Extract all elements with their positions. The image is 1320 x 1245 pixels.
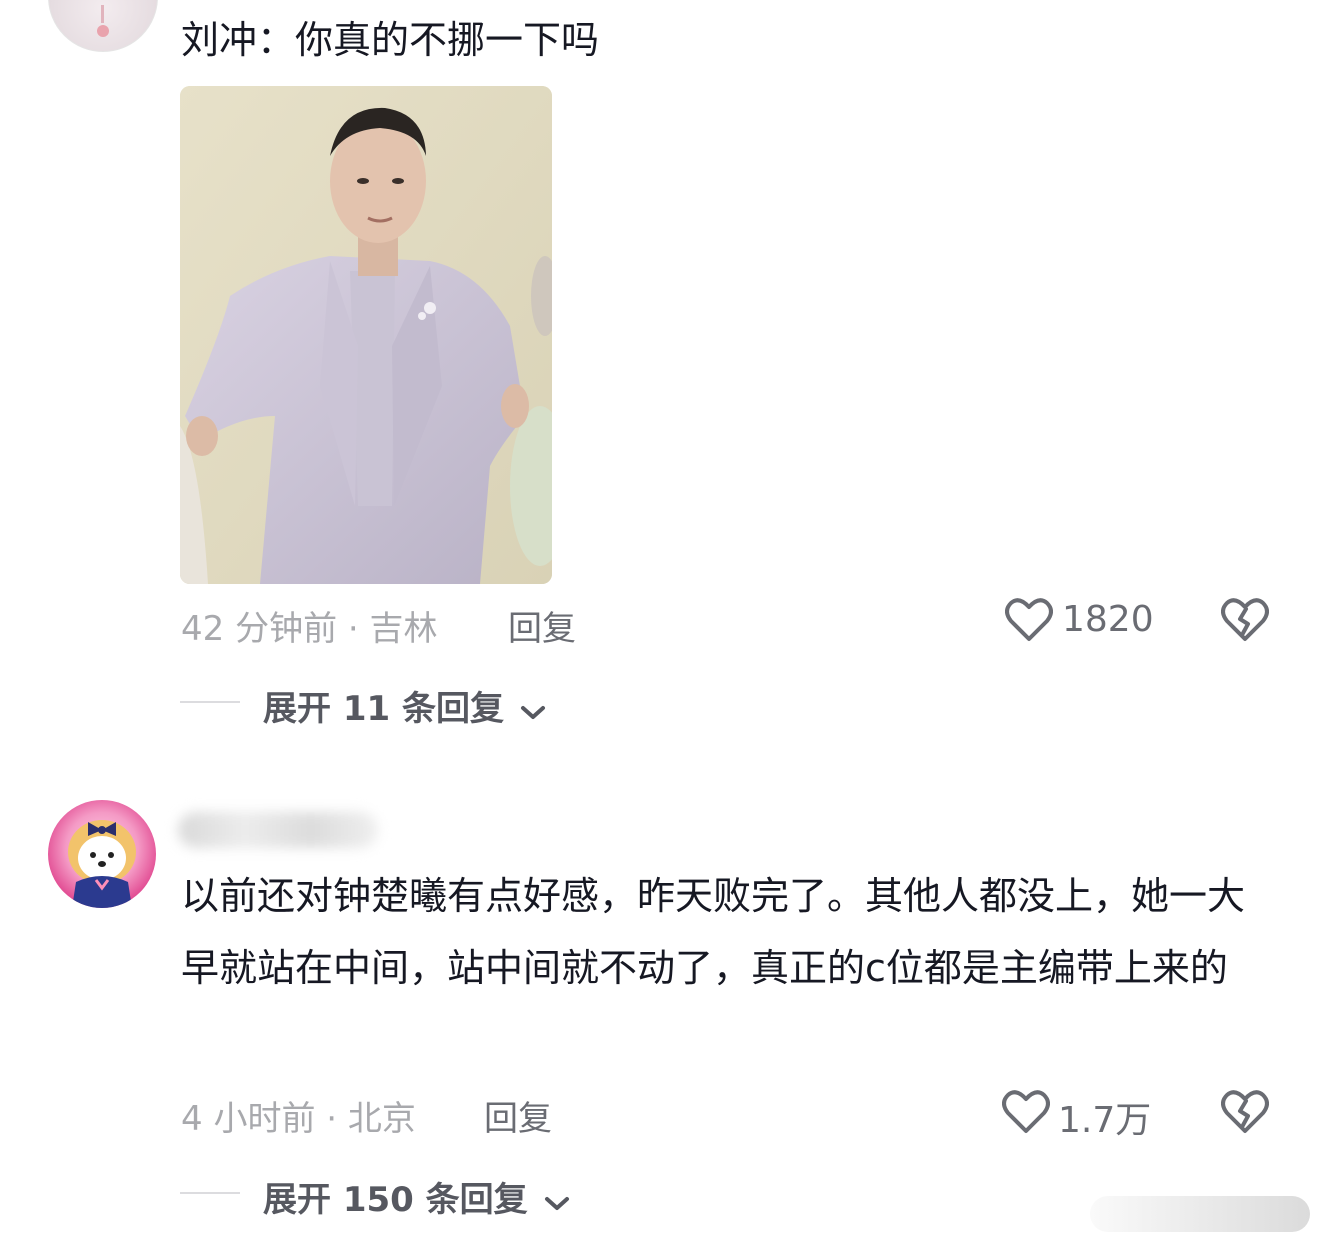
username-blurred [178, 812, 378, 848]
chevron-down-icon [544, 1182, 570, 1222]
heart-outline-icon[interactable] [1005, 597, 1053, 647]
reply-button[interactable]: 回复 [508, 601, 576, 650]
comment-image[interactable] [180, 86, 552, 584]
like-count: 1.7万 [1058, 1100, 1152, 1141]
heart-outline-icon[interactable] [1002, 1089, 1050, 1139]
expand-replies-label: 展开 11 条回复 [263, 689, 504, 729]
like-count: 1820 [1062, 599, 1154, 640]
watermark-logo [1090, 1196, 1310, 1232]
comment-time-location: 4 小时前 · 北京 [181, 1099, 416, 1139]
chevron-down-icon [520, 691, 546, 731]
comment-text: 以前还对钟楚曦有点好感，昨天败完了。其他人都没上，她一大早就站在中间，站中间就不… [181, 874, 1246, 990]
commenter-avatar[interactable] [48, 800, 156, 908]
commenter-avatar[interactable] [48, 0, 158, 52]
expand-replies-label: 展开 150 条回复 [263, 1180, 528, 1220]
expand-replies-button[interactable]: 展开 11 条回复 [263, 681, 546, 731]
divider [180, 701, 240, 703]
expand-replies-button[interactable]: 展开 150 条回复 [263, 1172, 570, 1222]
reply-button[interactable]: 回复 [484, 1091, 552, 1140]
comment-text: 刘冲：你真的不挪一下吗 [181, 18, 600, 62]
comment-time-location: 42 分钟前 · 吉林 [181, 609, 438, 649]
broken-heart-icon[interactable] [1221, 1089, 1269, 1139]
divider [180, 1192, 240, 1194]
broken-heart-icon[interactable] [1221, 597, 1269, 647]
